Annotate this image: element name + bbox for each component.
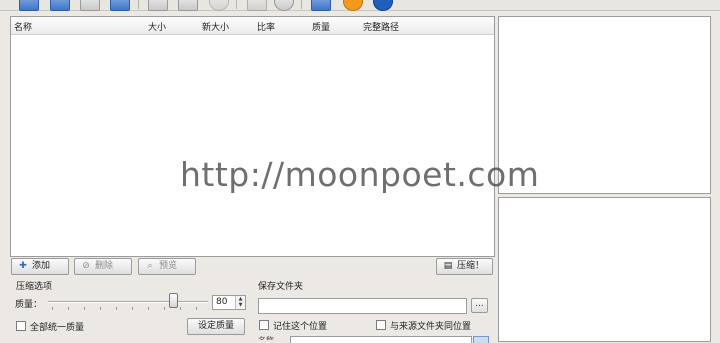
toolbar-open-folder-icon[interactable] <box>50 0 70 11</box>
quality-slider-track[interactable] <box>48 301 208 303</box>
quality-spinbox[interactable]: 80 ▲ ▼ <box>212 295 246 310</box>
uniform-quality-label: 全部统一质量 <box>30 323 85 333</box>
remember-location-label: 记住这个位置 <box>273 322 328 332</box>
preview-compressed <box>498 197 711 342</box>
toolbar-open-icon[interactable] <box>19 0 39 11</box>
column-header-ratio[interactable]: 比率 <box>257 20 275 33</box>
slider-tick <box>164 307 165 310</box>
watermark-text: http://moonpoet.com <box>180 155 540 194</box>
toolbar-separator <box>138 0 139 9</box>
delete-button-label: 删除 <box>95 261 114 271</box>
toolbar-clear-icon[interactable] <box>178 0 198 11</box>
column-header-quality[interactable]: 质量 <box>312 20 330 33</box>
quality-slider-thumb[interactable] <box>169 293 178 308</box>
quality-value: 80 <box>216 297 228 307</box>
column-header-full-path[interactable]: 完整路径 <box>363 20 399 33</box>
slider-tick <box>132 307 133 310</box>
set-quality-button[interactable]: 设定质量 <box>187 318 245 335</box>
column-header-name[interactable]: 名称 <box>14 20 32 33</box>
same-as-source-checkbox[interactable] <box>376 320 386 330</box>
compress-button[interactable]: ▤ 压缩！ <box>436 258 493 275</box>
remember-location-checkbox[interactable] <box>259 320 269 330</box>
slider-tick <box>116 307 117 310</box>
toolbar <box>0 0 720 11</box>
toolbar-stop-icon[interactable] <box>209 0 229 11</box>
toolbar-save-as-icon[interactable] <box>110 0 130 11</box>
slider-tick <box>148 307 149 310</box>
no-entry-icon: ⊘ <box>82 261 90 271</box>
set-quality-button-label: 设定质量 <box>197 321 234 331</box>
toolbar-search-icon[interactable] <box>247 0 267 11</box>
column-header-new-size[interactable]: 新大小 <box>202 20 229 33</box>
toolbar-separator <box>301 0 302 9</box>
slider-tick <box>180 307 181 310</box>
toolbar-donate-icon[interactable] <box>343 0 363 11</box>
column-header-size[interactable]: 大小 <box>148 20 166 33</box>
slider-tick <box>52 307 53 310</box>
magnifier-icon: ⌕ <box>147 261 153 271</box>
slider-tick <box>100 307 101 310</box>
plus-icon: ✚ <box>19 261 27 271</box>
preview-button[interactable]: ⌕ 预览 <box>138 258 196 275</box>
compress-button-label: 压缩！ <box>457 261 485 271</box>
quality-label: 质量： <box>15 300 43 310</box>
same-as-source-label: 与来源文件夹同位置 <box>390 322 472 332</box>
compress-icon: ▤ <box>443 261 453 271</box>
uniform-quality-checkbox[interactable] <box>16 321 26 331</box>
toolbar-separator <box>236 0 237 9</box>
spin-arrows-icon[interactable]: ▲ ▼ <box>235 296 245 309</box>
toolbar-settings-icon[interactable] <box>274 0 294 11</box>
delete-button[interactable]: ⊘ 删除 <box>74 258 132 275</box>
save-folder-title: 保存文件夹 <box>258 282 304 292</box>
file-list[interactable]: 名称 大小 新大小 比率 质量 完整路径 <box>10 16 495 257</box>
bottom-row-label: 名称 <box>258 335 278 340</box>
slider-tick <box>196 307 197 310</box>
add-button-label: 添加 <box>32 261 51 271</box>
file-list-header: 名称 大小 新大小 比率 质量 完整路径 <box>11 17 494 35</box>
toolbar-remove-icon[interactable] <box>148 0 168 11</box>
save-path-input[interactable] <box>258 298 467 314</box>
preview-button-label: 预览 <box>159 261 178 271</box>
toolbar-tools-icon[interactable] <box>311 0 331 11</box>
slider-tick <box>68 307 69 310</box>
slider-tick <box>84 307 85 310</box>
browse-button-label: ... <box>475 299 484 309</box>
toolbar-info-icon[interactable] <box>373 0 393 11</box>
add-button[interactable]: ✚ 添加 <box>11 258 69 275</box>
toolbar-save-icon[interactable] <box>80 0 100 11</box>
browse-button[interactable]: ... <box>471 298 488 313</box>
compress-options-title: 压缩选项 <box>16 282 53 292</box>
